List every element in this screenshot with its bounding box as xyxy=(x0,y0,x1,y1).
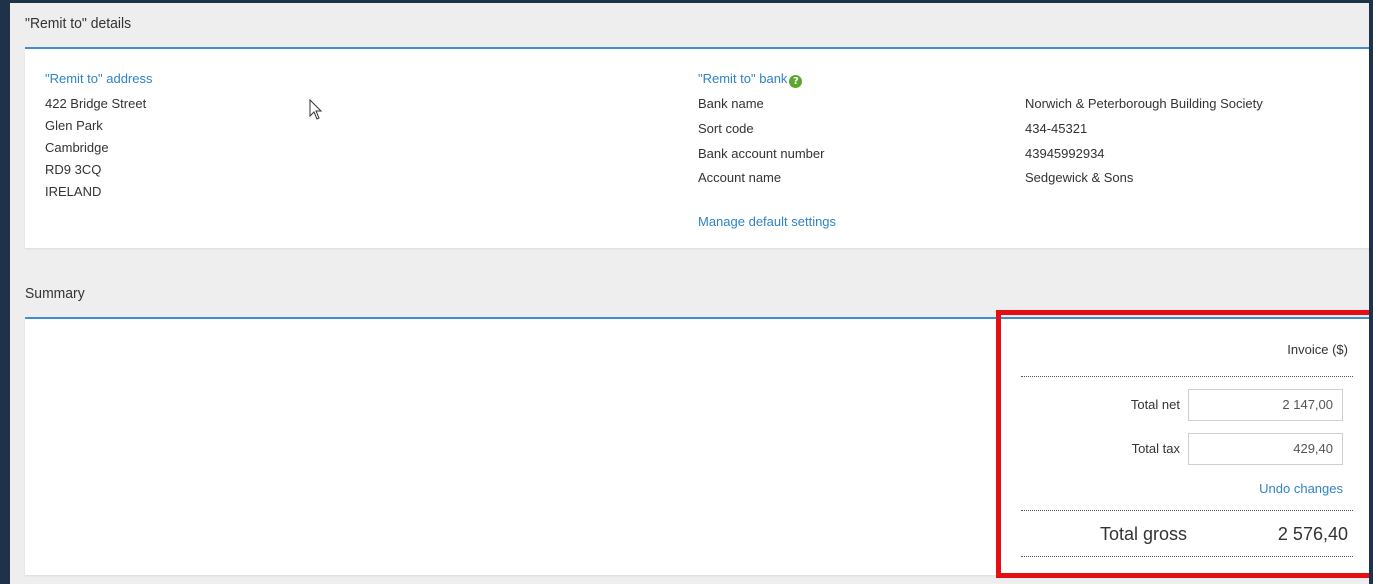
manage-default-settings-link[interactable]: Manage default settings xyxy=(698,214,836,230)
bank-row-label: Sort code xyxy=(698,121,754,136)
mouse-pointer-icon xyxy=(309,99,323,120)
address-line: IRELAND xyxy=(45,184,102,199)
bank-row-value: 434-45321 xyxy=(1025,121,1088,136)
remit-to-section-title: "Remit to" details xyxy=(25,15,132,32)
address-line: Cambridge xyxy=(45,140,109,155)
remit-bank-heading-wrap: "Remit to" bank? xyxy=(698,71,803,88)
question-circle-icon[interactable]: ? xyxy=(789,75,803,88)
window-frame-top xyxy=(0,0,1373,3)
bank-row-label: Bank name xyxy=(698,96,764,111)
bank-row-value: 43945992934 xyxy=(1025,146,1105,161)
address-line: Glen Park xyxy=(45,118,103,133)
bank-row-label: Bank account number xyxy=(698,146,825,161)
window-frame-right xyxy=(1369,0,1373,584)
remit-to-card: "Remit to" address 422 Bridge Street Gle… xyxy=(25,49,1373,248)
summary-section-title: Summary xyxy=(25,285,85,302)
highlight-annotation-box xyxy=(996,310,1373,578)
bank-row-value: Norwich & Peterborough Building Society xyxy=(1025,96,1263,111)
remit-address-heading[interactable]: "Remit to" address xyxy=(45,71,153,87)
address-line: RD9 3CQ xyxy=(45,162,102,177)
bank-row-label: Account name xyxy=(698,170,782,185)
bank-row-value: Sedgewick & Sons xyxy=(1025,170,1134,185)
address-line: 422 Bridge Street xyxy=(45,96,147,111)
window-frame-left xyxy=(0,0,10,584)
remit-bank-heading[interactable]: "Remit to" bank xyxy=(698,71,787,86)
